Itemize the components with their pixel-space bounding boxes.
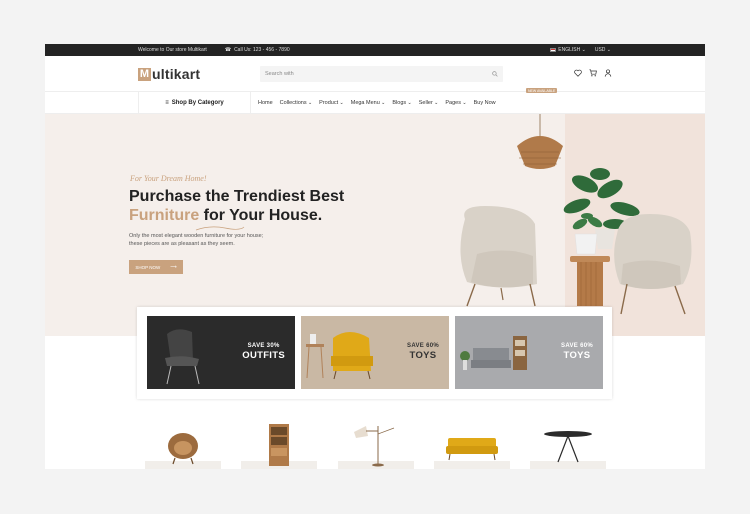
round-table-image [544, 431, 592, 463]
promo-banner-outfits[interactable]: SAVE 30% OUTFITS [147, 316, 295, 389]
headline-line2: for Your House. [199, 207, 323, 224]
category-label: Shop By Category [171, 100, 224, 106]
header: M ultikart [45, 56, 705, 92]
banner-save-label: SAVE 60% [407, 343, 439, 349]
swirl-decoration [195, 226, 245, 231]
hero-subtext: Only the most elegant wooden furniture f… [129, 232, 319, 248]
product-thumb-rattan-chair[interactable] [145, 424, 221, 469]
rattan-chair-image [168, 433, 198, 465]
logo-mark: M [138, 67, 151, 81]
menu-icon: ≡ [165, 100, 169, 106]
shop-now-label: SHOP NOW [135, 264, 161, 270]
search-input[interactable] [265, 71, 492, 77]
promo-banner-strip: SAVE 30% OUTFITS SAVE 60% TOYS SAVE 60% … [137, 307, 612, 399]
product-category-row [45, 424, 705, 469]
hero-banner: For Your Dream Home! Purchase the Trendi… [45, 114, 705, 336]
hero-furniture-illustration [460, 114, 692, 315]
shop-now-button[interactable]: SHOP NOW ⟶ [129, 260, 183, 274]
banner-text-toys-2: SAVE 60% TOYS [561, 343, 593, 361]
hero-headline: Purchase the Trendiest Best Furniture fo… [129, 187, 344, 225]
nav-item-blogs[interactable]: Blogs [392, 100, 411, 106]
phone-info: ☎ Call Us: 123 - 456 - 7890 [225, 47, 290, 53]
nav-item-home[interactable]: Home [258, 100, 273, 106]
banner-text-toys-1: SAVE 60% TOYS [407, 343, 439, 361]
nav-item-mega-menu[interactable]: Mega Menu [351, 100, 386, 106]
promo-banner-toys-1[interactable]: SAVE 60% TOYS [301, 316, 449, 389]
cart-icon[interactable] [589, 69, 597, 77]
storefront-page: Welcome to Our store Multikart ☎ Call Us… [45, 44, 705, 469]
headline-line1: Purchase the Trendiest Best [129, 188, 345, 205]
phone-text: Call Us: 123 - 456 - 7890 [234, 47, 290, 53]
banner-save-label: SAVE 30% [247, 343, 280, 349]
main-nav: ≡ Shop By Category Home Collections Prod… [45, 88, 705, 114]
product-thumb-round-table[interactable] [530, 424, 606, 469]
user-icon[interactable] [604, 69, 612, 77]
product-thumb-yellow-sofa[interactable] [434, 424, 510, 469]
search-icon[interactable] [492, 71, 498, 77]
promo-banner-toys-2[interactable]: SAVE 60% TOYS [455, 316, 603, 389]
language-label: ENGLISH [558, 47, 581, 53]
us-flag-icon [550, 47, 557, 52]
logo-text: ultikart [152, 66, 201, 82]
welcome-text: Welcome to Our store Multikart [138, 47, 207, 53]
search-box [260, 66, 503, 82]
yellow-sofa-image [446, 438, 498, 461]
currency-label: USD [594, 47, 606, 53]
subtext-line2: these pieces are as pleasant as they see… [129, 241, 235, 247]
banner-title: OUTFITS [242, 350, 285, 361]
top-bar: Welcome to Our store Multikart ☎ Call Us… [45, 44, 705, 56]
product-thumb-floor-lamp[interactable] [338, 424, 414, 469]
nav-item-buy-now[interactable]: Buy Now [474, 100, 496, 106]
heart-icon[interactable] [574, 69, 582, 77]
nav-item-seller[interactable]: Seller [419, 100, 439, 106]
phone-icon: ☎ [224, 47, 232, 53]
subtext-line1: Only the most elegant wooden furniture f… [129, 233, 264, 239]
banner-text-outfits: SAVE 30% OUTFITS [242, 343, 285, 361]
hero-tagline: For Your Dream Home! [130, 174, 207, 183]
language-selector[interactable]: ENGLISH ⌄ [550, 47, 586, 53]
floor-lamp-image [354, 426, 395, 467]
arrow-right-icon: ⟶ [170, 264, 177, 269]
currency-selector[interactable]: USD ⌄ [595, 47, 611, 53]
product-thumb-cabinet[interactable] [241, 424, 317, 469]
nav-item-pages[interactable]: Pages [445, 100, 466, 106]
nav-item-product[interactable]: Product [319, 100, 344, 106]
banner-title: TOYS [563, 350, 591, 361]
headline-accent: Furniture [129, 207, 200, 224]
cabinet-image [269, 424, 289, 466]
banner-save-label: SAVE 60% [561, 343, 593, 349]
banner-title: TOYS [409, 350, 437, 361]
logo[interactable]: M ultikart [138, 66, 200, 82]
shop-by-category-button[interactable]: ≡ Shop By Category [138, 92, 251, 114]
nav-menu: Home Collections Product Mega Menu Blogs… [258, 100, 496, 106]
nav-item-collections[interactable]: Collections [280, 100, 313, 106]
new-badge: NEW AVAILABLE [526, 88, 558, 93]
